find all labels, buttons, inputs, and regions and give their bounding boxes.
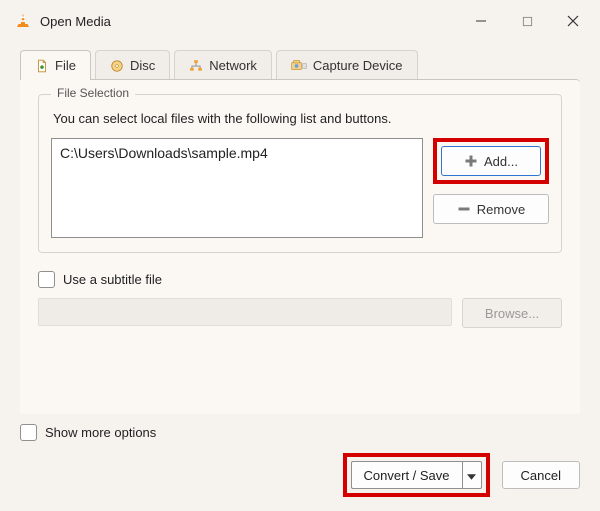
file-list[interactable]: C:\Users\Downloads\sample.mp4 — [51, 138, 423, 238]
browse-subtitle-label: Browse... — [485, 306, 539, 321]
convert-save-split-button: Convert / Save — [351, 461, 482, 489]
file-list-item[interactable]: C:\Users\Downloads\sample.mp4 — [60, 145, 414, 161]
remove-button-label: Remove — [477, 202, 525, 217]
tab-network[interactable]: Network — [174, 50, 272, 80]
convert-save-dropdown[interactable] — [462, 461, 482, 489]
chevron-down-icon — [467, 468, 476, 483]
file-selection-group: File Selection You can select local file… — [38, 94, 562, 253]
show-more-options-row: Show more options — [20, 424, 580, 441]
tab-capture-label: Capture Device — [313, 58, 403, 73]
titlebar: Open Media — [0, 0, 600, 42]
add-button-highlight: Add... — [433, 138, 549, 184]
window-title: Open Media — [40, 14, 111, 29]
cancel-label: Cancel — [521, 468, 561, 483]
tab-file-label: File — [55, 58, 76, 73]
convert-save-highlight: Convert / Save — [343, 453, 490, 497]
add-button-label: Add... — [484, 154, 518, 169]
add-button[interactable]: Add... — [441, 146, 541, 176]
tab-capture-device[interactable]: Capture Device — [276, 50, 418, 80]
close-button[interactable] — [550, 2, 596, 40]
tab-content: File Selection You can select local file… — [20, 79, 580, 414]
minimize-button[interactable] — [458, 2, 504, 40]
minus-icon — [457, 202, 471, 216]
tab-disc[interactable]: Disc — [95, 50, 170, 80]
tab-file[interactable]: File — [20, 50, 91, 80]
use-subtitle-checkbox[interactable] — [38, 271, 55, 288]
capture-device-icon — [291, 59, 307, 73]
maximize-button[interactable] — [504, 2, 550, 40]
show-more-options-checkbox[interactable] — [20, 424, 37, 441]
plus-icon — [464, 154, 478, 168]
subtitle-path-field — [38, 298, 452, 326]
disc-icon — [110, 59, 124, 73]
remove-button[interactable]: Remove — [433, 194, 549, 224]
vlc-cone-icon — [14, 12, 32, 30]
browse-subtitle-button: Browse... — [462, 298, 562, 328]
convert-save-button[interactable]: Convert / Save — [351, 461, 462, 489]
file-selection-legend: File Selection — [51, 86, 135, 100]
tab-disc-label: Disc — [130, 58, 155, 73]
source-tabs: File Disc Network Capture Device — [0, 42, 600, 80]
subtitle-checkbox-row: Use a subtitle file — [38, 271, 562, 288]
network-icon — [189, 59, 203, 73]
tab-network-label: Network — [209, 58, 257, 73]
file-icon — [35, 59, 49, 73]
show-more-options-label: Show more options — [45, 425, 156, 440]
cancel-button[interactable]: Cancel — [502, 461, 580, 489]
open-media-dialog: Open Media File Disc N — [0, 0, 600, 511]
use-subtitle-label: Use a subtitle file — [63, 272, 162, 287]
file-selection-instruction: You can select local files with the foll… — [53, 111, 549, 126]
convert-save-label: Convert / Save — [364, 468, 450, 483]
dialog-bottom: Show more options Convert / Save Cancel — [0, 414, 600, 511]
